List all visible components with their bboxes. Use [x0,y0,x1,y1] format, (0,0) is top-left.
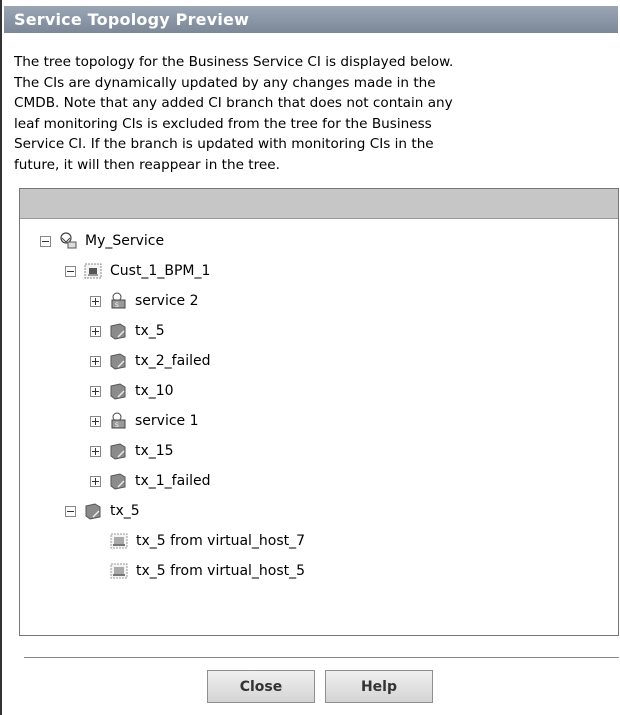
tree-node-label[interactable]: tx_2_failed [135,353,210,369]
tree-node-label[interactable]: tx_10 [135,383,174,399]
tree-node-label[interactable]: My_Service [85,233,164,249]
collapse-toggle-icon[interactable] [40,235,51,247]
tree-node-leaf[interactable]: tx_5 from virtual_host_7 [110,530,305,552]
collapse-toggle-icon[interactable] [65,505,76,517]
tree-panel-header [20,189,618,219]
expand-toggle-icon[interactable] [90,445,101,457]
expand-toggle-icon[interactable] [90,415,101,427]
tree-node-child[interactable]: tx_15 [90,440,174,462]
tree-node-child[interactable]: tx_5 [90,320,165,342]
tree-node-label[interactable]: service 1 [135,413,199,429]
business-service-icon [59,232,77,250]
service-icon [109,412,127,430]
dialog-description: The tree topology for the Business Servi… [14,54,454,173]
dialog-title: Service Topology Preview [4,6,618,33]
transaction-icon [109,442,127,460]
transaction-icon [109,352,127,370]
tree-node-child[interactable]: tx_10 [90,380,174,402]
tree-node-label[interactable]: tx_5 from virtual_host_5 [136,563,305,579]
service-icon [109,292,127,310]
close-button[interactable]: Close [207,670,315,703]
tree-node-child[interactable]: service 1 [90,410,199,432]
tree-node-leaf[interactable]: tx_5 from virtual_host_5 [110,560,305,582]
footer-divider [24,657,619,658]
transaction-icon [109,472,127,490]
expand-toggle-icon[interactable] [90,475,101,487]
tree-node-child[interactable]: tx_2_failed [90,350,210,372]
tree-node-label[interactable]: tx_5 from virtual_host_7 [136,533,305,549]
tree-node-label[interactable]: Cust_1_BPM_1 [110,263,210,279]
expand-toggle-icon[interactable] [90,385,101,397]
service-topology-dialog: Service Topology Preview The tree topolo… [0,0,620,715]
tree-node-label[interactable]: service 2 [135,293,199,309]
tree-node-child[interactable]: tx_1_failed [90,470,210,492]
monitor-group-icon [84,262,102,280]
transaction-icon [84,502,102,520]
collapse-toggle-icon[interactable] [65,265,76,277]
topology-tree-panel: My_Service Cust_1_BPM_1 service 2 tx_5 t… [19,188,619,636]
tree-node-group[interactable]: Cust_1_BPM_1 [65,260,210,282]
monitor-leaf-icon [110,532,128,550]
transaction-icon [109,382,127,400]
expand-toggle-icon[interactable] [90,355,101,367]
tree-node-label[interactable]: tx_5 [110,503,140,519]
tree-node-label[interactable]: tx_1_failed [135,473,210,489]
tree-node-label[interactable]: tx_5 [135,323,165,339]
tree-node-root[interactable]: My_Service [40,230,164,252]
help-button[interactable]: Help [325,670,433,703]
monitor-leaf-icon [110,562,128,580]
expand-toggle-icon[interactable] [90,295,101,307]
expand-toggle-icon[interactable] [90,325,101,337]
tree-node-child[interactable]: service 2 [90,290,199,312]
tree-node-branch[interactable]: tx_5 [65,500,140,522]
transaction-icon [109,322,127,340]
tree-node-label[interactable]: tx_15 [135,443,174,459]
